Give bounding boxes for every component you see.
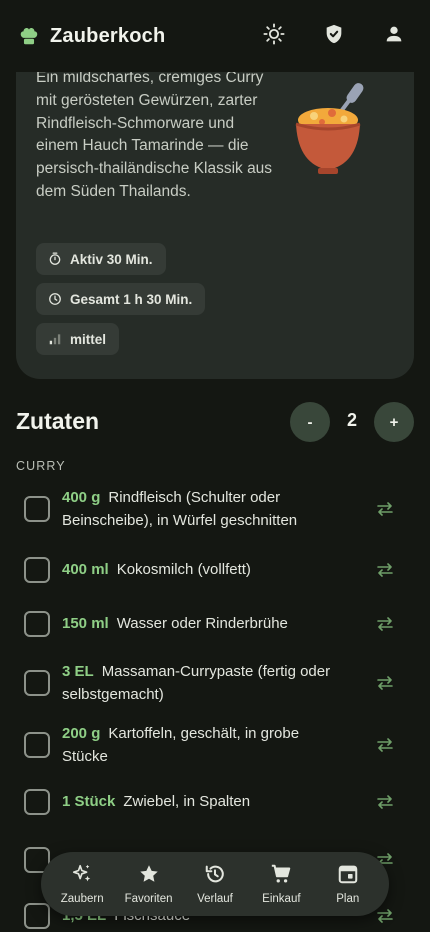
history-icon <box>204 863 226 890</box>
ingredient-row: 200 g Kartoffeln, geschält, in grobe Stüc… <box>24 722 404 768</box>
ingredient-text: 400 ml Kokosmilch (vollfett) <box>62 558 342 581</box>
profile-button[interactable] <box>378 20 410 52</box>
app-header: Zauberkoch <box>0 0 430 72</box>
ingredient-name: Zwiebel, in Spalten <box>123 793 251 810</box>
decrease-servings-button[interactable]: - <box>290 402 330 442</box>
ingredient-quantity: 3 EL <box>62 663 94 680</box>
person-icon <box>383 23 405 50</box>
ingredient-name: Massaman-Currypaste (fertig oder selbstg… <box>62 663 331 703</box>
star-icon <box>138 863 160 890</box>
calendar-icon <box>337 863 359 890</box>
ingredient-checkbox[interactable] <box>24 610 50 637</box>
ingredient-checkbox[interactable] <box>24 556 50 583</box>
ingredient-name: Wasser oder Rinderbrühe <box>116 615 288 632</box>
sparkle-icon <box>71 863 93 890</box>
cart-icon <box>270 863 292 890</box>
ingredient-text: 400 g Rindfleisch (Schulter oder Beinsche… <box>62 486 342 532</box>
bottom-navigation: Zaubern Favoriten Verlauf Einkauf Plan <box>41 852 389 916</box>
nav-verlauf[interactable]: Verlauf <box>183 863 247 905</box>
increase-servings-button[interactable]: + <box>374 402 414 442</box>
ingredient-row: 3 EL Massaman-Currypaste (fertig oder sel… <box>24 660 404 706</box>
chip-active-label: Aktiv 30 Min. <box>70 251 153 267</box>
swap-icon[interactable] <box>376 562 394 583</box>
ingredient-quantity: 400 ml <box>62 561 109 578</box>
ingredient-row: 1 Stück Zwiebel, in Spalten <box>24 788 404 815</box>
chef-hat-icon <box>18 25 40 47</box>
ingredient-checkbox[interactable] <box>24 670 50 696</box>
ingredient-text: 200 g Kartoffeln, geschält, in grobe Stüc… <box>62 722 342 768</box>
swap-icon[interactable] <box>376 616 394 637</box>
signal-bars-icon <box>48 332 62 346</box>
nav-zaubern[interactable]: Zaubern <box>50 863 114 905</box>
ingredient-row: 400 g Rindfleisch (Schulter oder Beinsche… <box>24 486 404 532</box>
clock-icon <box>48 292 62 306</box>
nav-plan-label: Plan <box>336 893 360 905</box>
nav-favoriten-label: Favoriten <box>124 893 173 905</box>
ingredient-checkbox[interactable] <box>24 902 50 929</box>
nav-plan[interactable]: Plan <box>316 863 380 905</box>
nav-zaubern-label: Zaubern <box>60 893 104 905</box>
swap-icon[interactable] <box>376 501 394 522</box>
sun-icon <box>263 22 285 50</box>
chip-difficulty: mittel <box>36 323 120 355</box>
ingredient-checkbox[interactable] <box>24 788 50 815</box>
servings-count: 2 <box>346 410 357 430</box>
ingredient-text: 1 Stück Zwiebel, in Spalten <box>62 790 342 813</box>
nav-einkauf-label: Einkauf <box>262 893 301 905</box>
ingredient-text: 150 ml Wasser oder Rinderbrühe <box>62 612 342 635</box>
recipe-description: Ein mildscharfes, cremiges Curry mit ger… <box>36 69 273 200</box>
swap-icon[interactable] <box>376 675 394 696</box>
ingredient-text: 3 EL Massaman-Currypaste (fertig oder sel… <box>62 660 342 706</box>
ingredient-quantity: 1 Stück <box>62 793 116 810</box>
curry-bowl-icon <box>292 80 374 185</box>
shield-check-icon <box>323 23 345 50</box>
ingredient-checkbox[interactable] <box>24 732 50 758</box>
swap-icon[interactable] <box>376 794 394 815</box>
ingredient-quantity: 150 ml <box>62 615 109 632</box>
swap-icon[interactable] <box>376 908 394 929</box>
swap-icon[interactable] <box>376 737 394 758</box>
theme-toggle-button[interactable] <box>258 20 290 52</box>
ingredient-quantity: 200 g <box>62 725 101 742</box>
chip-active-time: Aktiv 30 Min. <box>36 243 166 275</box>
chip-total-time: Gesamt 1 h 30 Min. <box>36 283 206 315</box>
nav-einkauf[interactable]: Einkauf <box>249 863 313 905</box>
ingredients-title: Zutaten <box>16 408 100 434</box>
privacy-button[interactable] <box>318 20 350 52</box>
chip-total-label: Gesamt 1 h 30 Min. <box>70 291 193 307</box>
ingredient-checkbox[interactable] <box>24 496 50 522</box>
ingredient-group-label: CURRY <box>16 459 66 473</box>
chip-difficulty-label: mittel <box>70 331 107 347</box>
ingredient-name: Kokosmilch (vollfett) <box>116 561 251 578</box>
app-title: Zauberkoch <box>50 24 166 47</box>
ingredient-quantity: 400 g <box>62 489 101 506</box>
timer-icon <box>48 252 62 266</box>
ingredient-row: 150 ml Wasser oder Rinderbrühe <box>24 610 404 637</box>
brand[interactable]: Zauberkoch <box>18 25 258 48</box>
nav-verlauf-label: Verlauf <box>197 893 233 905</box>
nav-favoriten[interactable]: Favoriten <box>117 863 181 905</box>
ingredient-row: 400 ml Kokosmilch (vollfett) <box>24 556 404 583</box>
